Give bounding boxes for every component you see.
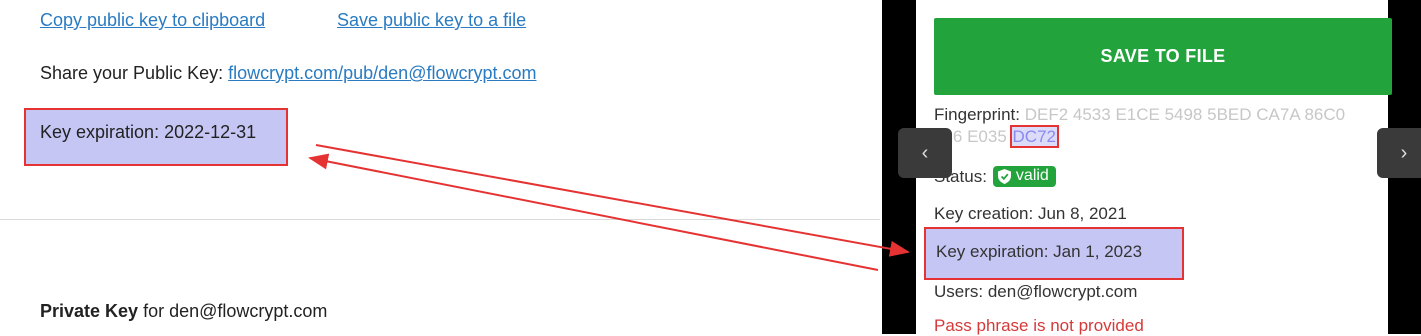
status-badge-text: valid [1015,167,1049,184]
phone-screen: SAVE TO FILE Fingerprint: DEF2 4533 E1CE… [916,0,1392,335]
chevron-right-icon: › [1400,141,1408,164]
pass-phrase-warning: Pass phrase is not provided [934,316,1144,335]
key-expiration-left-highlight: Key expiration: 2022-12-31 [24,108,288,166]
copy-public-key-link[interactable]: Copy public key to clipboard [40,10,265,31]
shield-check-icon [997,168,1011,184]
status-badge: valid [992,166,1056,187]
left-panel: Copy public key to clipboard Save public… [0,0,880,334]
section-divider [0,219,880,220]
share-public-key-row: Share your Public Key: flowcrypt.com/pub… [40,63,537,84]
chevron-left-icon: ‹ [921,141,929,164]
key-expiration-left-text: Key expiration: 2022-12-31 [40,122,257,142]
fingerprint-highlight: DC72 [1009,125,1060,148]
status-row: Status: valid [934,166,1056,187]
previous-image-button[interactable]: ‹ [898,128,952,178]
users-row: Users: den@flowcrypt.com [934,282,1138,301]
private-key-owner: for den@flowcrypt.com [143,301,328,321]
fingerprint-row: Fingerprint: DEF2 4533 E1CE 5498 5BED CA… [934,104,1374,148]
fingerprint-label: Fingerprint: [934,105,1020,124]
phone-screenshot-panel: SAVE TO FILE Fingerprint: DEF2 4533 E1CE… [882,0,1421,335]
private-key-bold: Private Key [40,301,139,321]
key-creation: Key creation: Jun 8, 2021 [934,204,1127,223]
key-expiration-right-highlight: Key expiration: Jan 1, 2023 [924,227,1184,280]
private-key-heading: Private Key for den@flowcrypt.com [40,301,327,322]
save-to-file-button[interactable]: SAVE TO FILE [934,18,1392,95]
next-image-button[interactable]: › [1377,128,1421,178]
share-label: Share your Public Key: [40,63,224,83]
key-expiration-right-text: Key expiration: Jan 1, 2023 [936,242,1143,261]
save-public-key-link[interactable]: Save public key to a file [337,10,526,31]
share-url-link[interactable]: flowcrypt.com/pub/den@flowcrypt.com [228,63,536,83]
